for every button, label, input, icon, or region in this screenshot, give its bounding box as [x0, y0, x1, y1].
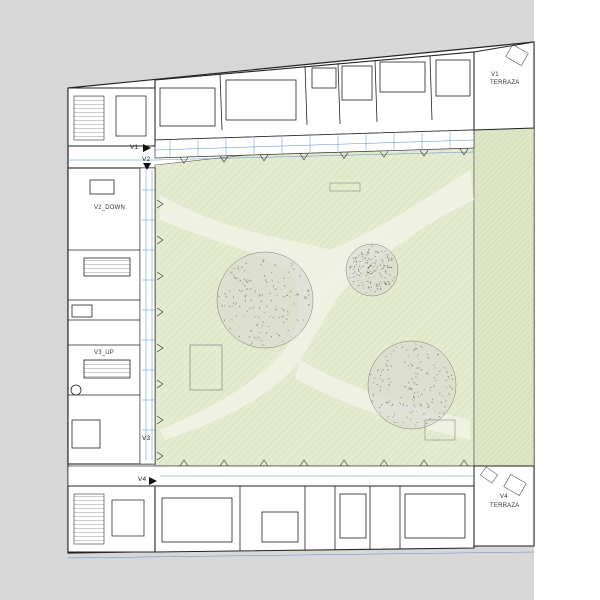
stair-bottom: [73, 493, 105, 545]
floor-plan-svg: [0, 0, 600, 600]
label-v3-up: V3_UP: [94, 350, 115, 356]
label-v1-terrace: TERRAZA: [490, 80, 520, 86]
terrace-green-strip: [473, 127, 535, 467]
terrace-v1: [473, 41, 535, 131]
floor-plan-drawing: V1 V2 V3 V4 V1 TERRAZA V4 TERRAZA V2_DOW…: [0, 0, 600, 600]
label-v1-terrace-code: V1: [491, 72, 499, 78]
label-v4-terrace-code: V4: [500, 494, 508, 500]
label-v2: V2: [142, 156, 151, 163]
label-v4-terrace: TERRAZA: [490, 503, 520, 509]
label-v4: V4: [138, 476, 147, 483]
left-corridor: [139, 167, 156, 465]
label-v2-down: V2_DOWN: [94, 205, 126, 211]
label-v1: V1: [130, 144, 139, 151]
label-v3: V3: [142, 435, 151, 442]
stair-top: [73, 95, 105, 141]
